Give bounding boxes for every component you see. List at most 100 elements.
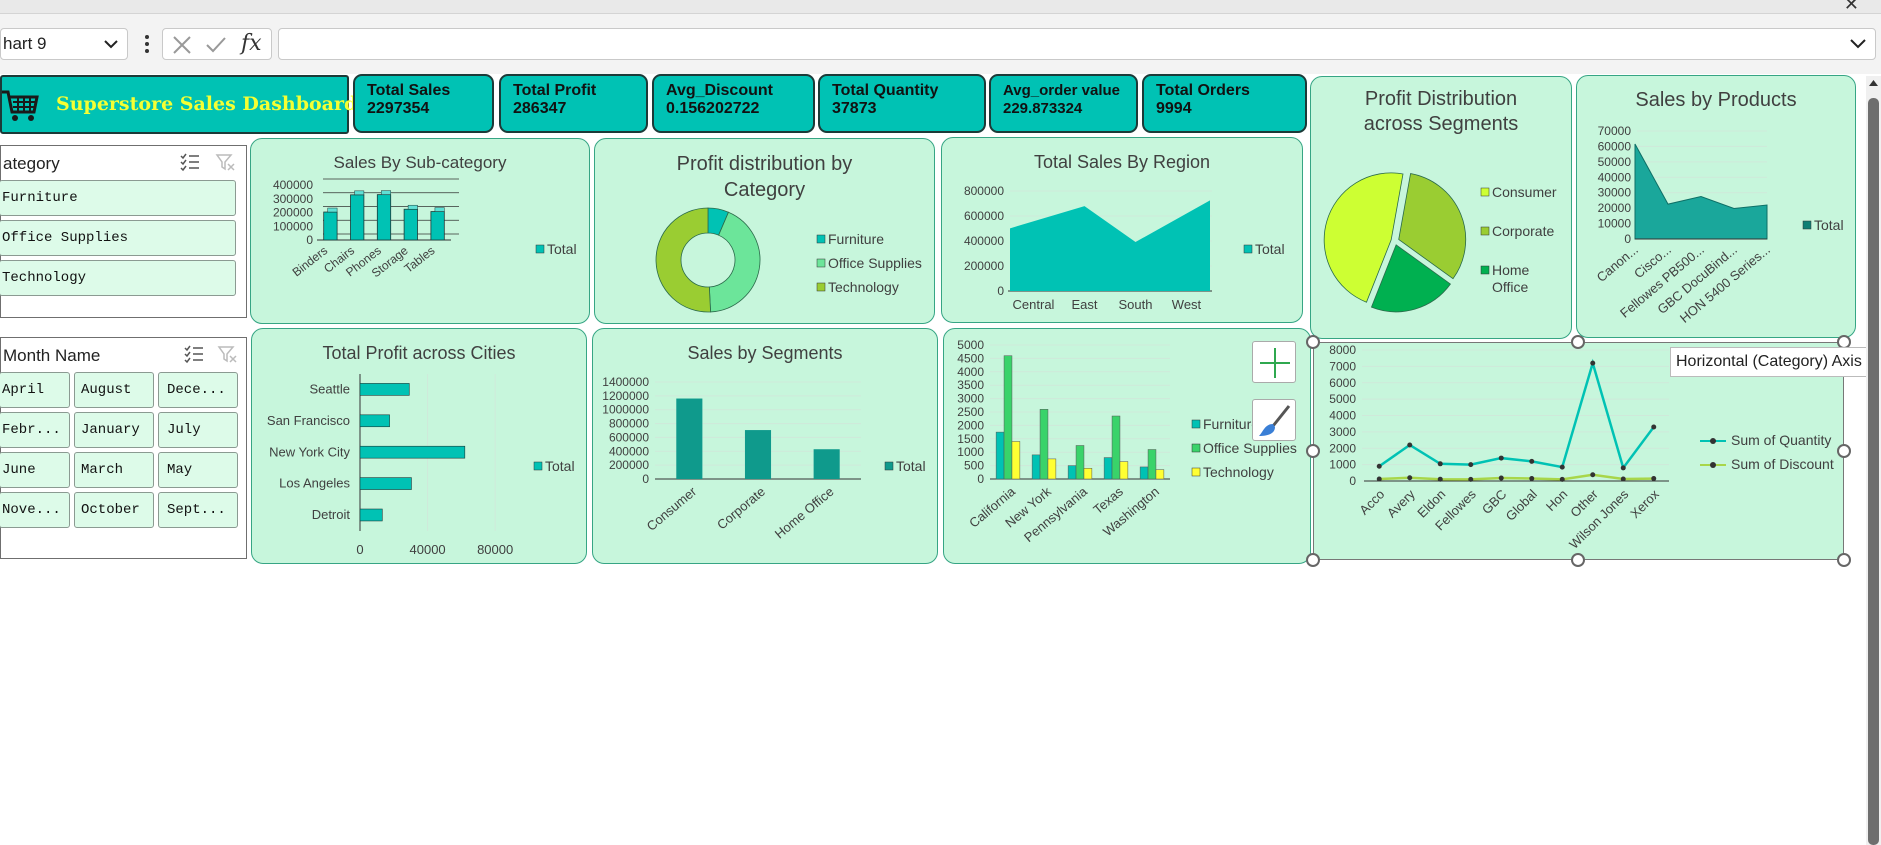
kpi-value: 37873 <box>832 100 877 117</box>
y-tick-label: 3000 <box>957 392 984 406</box>
legend-swatch <box>1480 226 1490 236</box>
chart-elements-button[interactable] <box>1252 341 1296 383</box>
slicer-item-month[interactable]: August <box>74 372 154 408</box>
bar <box>376 194 392 241</box>
bar-top <box>434 207 445 212</box>
slicer-item-month[interactable]: Dece... <box>158 372 238 408</box>
scrollbar-thumb[interactable] <box>1868 98 1879 845</box>
y-tick-label: 1400000 <box>602 375 649 389</box>
kpi-value: 286347 <box>513 100 567 117</box>
name-box-value: hart 9 <box>3 34 47 53</box>
more-options-icon[interactable] <box>140 32 154 56</box>
chart-sales-by-segments[interactable]: Sales by Segments 1400000 1200000 1000000 8… <box>592 328 938 564</box>
chart-title: Total Sales By Region <box>1033 152 1211 172</box>
name-box[interactable]: hart 9 <box>0 28 128 60</box>
multi-select-icon[interactable] <box>179 152 201 172</box>
y-tick-label: 200000 <box>609 458 649 472</box>
data-point <box>1620 476 1626 482</box>
slicer-item-furniture[interactable]: Furniture <box>0 180 236 216</box>
slicer-item-month[interactable]: March <box>74 452 154 488</box>
slicer-item-month[interactable]: October <box>74 492 154 528</box>
y-tick-label: 60000 <box>1598 139 1632 153</box>
area-series <box>1010 200 1210 291</box>
bar <box>359 445 466 459</box>
legend-label: Office Supplies <box>828 255 922 271</box>
resize-handle[interactable] <box>1306 335 1320 349</box>
data-point <box>1559 464 1565 470</box>
bar <box>359 383 410 396</box>
multi-select-icon[interactable] <box>183 344 205 364</box>
chart-profit-by-segment[interactable]: Profit Distribution across Segments Cons… <box>1310 76 1572 339</box>
y-tick-label: 600000 <box>609 430 649 444</box>
cancel-icon[interactable] <box>171 35 193 55</box>
legend-label: Total <box>1814 217 1844 233</box>
kpi-total-sales: Total Sales 2297354 <box>353 74 494 133</box>
slicer-item-month[interactable]: Nove... <box>0 492 70 528</box>
chart-profit-by-city[interactable]: Total Profit across Cities 0 40000 80000 Se… <box>251 328 587 564</box>
legend-swatch <box>1710 438 1716 444</box>
y-tick-label: 800000 <box>964 184 1004 198</box>
data-point <box>1468 476 1474 482</box>
clear-filter-icon[interactable] <box>215 152 237 172</box>
y-tick-label: 40000 <box>1598 170 1632 184</box>
slicer-item-technology[interactable]: Technology <box>0 260 236 296</box>
chart-styles-button[interactable] <box>1252 399 1296 441</box>
slicer-item-month[interactable]: January <box>74 412 154 448</box>
close-icon[interactable]: ✕ <box>1844 0 1859 15</box>
chart-sales-by-state[interactable]: 5000 4500 4000 3500 3000 2500 2000 1500 1000 500 0… <box>943 328 1311 564</box>
legend-label: Office <box>1492 279 1529 295</box>
clear-filter-icon[interactable] <box>217 344 239 364</box>
formula-input[interactable] <box>278 28 1876 60</box>
vertical-scrollbar[interactable] <box>1866 76 1881 845</box>
resize-handle[interactable] <box>1571 335 1585 349</box>
y-tick-label: Detroit <box>312 507 351 522</box>
resize-handle[interactable] <box>1837 553 1851 567</box>
chevron-down-icon[interactable] <box>103 37 119 51</box>
legend-label: Corporate <box>1492 223 1554 239</box>
x-tick-label: East <box>1071 297 1097 312</box>
y-tick-label: 2500 <box>957 405 984 419</box>
chart-profit-by-category[interactable]: Profit distribution by Category Furnitur… <box>594 138 935 324</box>
expand-formula-icon[interactable] <box>1849 37 1867 51</box>
y-tick-label: Los Angeles <box>279 476 350 491</box>
legend-swatch <box>816 258 826 268</box>
legend-swatch <box>1802 220 1812 230</box>
y-tick-label: San Francisco <box>267 413 350 428</box>
x-tick-label: Home Office <box>772 484 837 542</box>
data-point <box>1407 442 1413 448</box>
slicer-item-month[interactable]: May <box>158 452 238 488</box>
slicer-title: Month Name <box>3 346 101 365</box>
chart-sales-by-subcategory[interactable]: Sales By Sub-category 400000 300000 200000… <box>250 138 590 324</box>
slicer-item-month[interactable]: July <box>158 412 238 448</box>
y-tick-label: 0 <box>977 472 984 486</box>
resize-handle[interactable] <box>1571 553 1585 567</box>
plus-icon <box>1260 348 1290 378</box>
bar <box>1119 461 1129 480</box>
paintbrush-icon <box>1259 405 1291 436</box>
slicer-item-month[interactable]: Febr... <box>0 412 70 448</box>
data-point <box>1651 424 1657 430</box>
resize-handle[interactable] <box>1306 553 1320 567</box>
resize-handle[interactable] <box>1306 444 1320 458</box>
function-icon[interactable]: fx <box>241 31 262 56</box>
scroll-up-icon[interactable] <box>1866 76 1881 90</box>
shopping-cart-icon <box>2 90 39 121</box>
slicer-item-month[interactable]: April <box>0 372 70 408</box>
y-tick-label: 4500 <box>957 351 984 365</box>
resize-handle[interactable] <box>1837 444 1851 458</box>
slicer-item-month[interactable]: June <box>0 452 70 488</box>
slicer-item-month[interactable]: Sept... <box>158 492 238 528</box>
bar <box>1075 445 1085 480</box>
y-tick-label: 10000 <box>1598 217 1632 231</box>
legend-swatch <box>884 461 894 471</box>
y-tick-label: 6000 <box>1329 376 1356 390</box>
check-icon[interactable] <box>205 35 227 55</box>
y-tick-label: 70000 <box>1598 124 1632 138</box>
legend-label: Total <box>1255 241 1285 257</box>
chart-sales-by-products[interactable]: Sales by Products 70000 60000 50000 40000 30… <box>1576 75 1856 338</box>
line-series <box>1379 473 1654 481</box>
legend-label: Office Supplies <box>1203 440 1297 456</box>
y-tick-label: 400000 <box>273 178 313 192</box>
slicer-item-office-supplies[interactable]: Office Supplies <box>0 220 236 256</box>
chart-sales-by-region[interactable]: Total Sales By Region 800000 600000 400000… <box>941 137 1303 323</box>
